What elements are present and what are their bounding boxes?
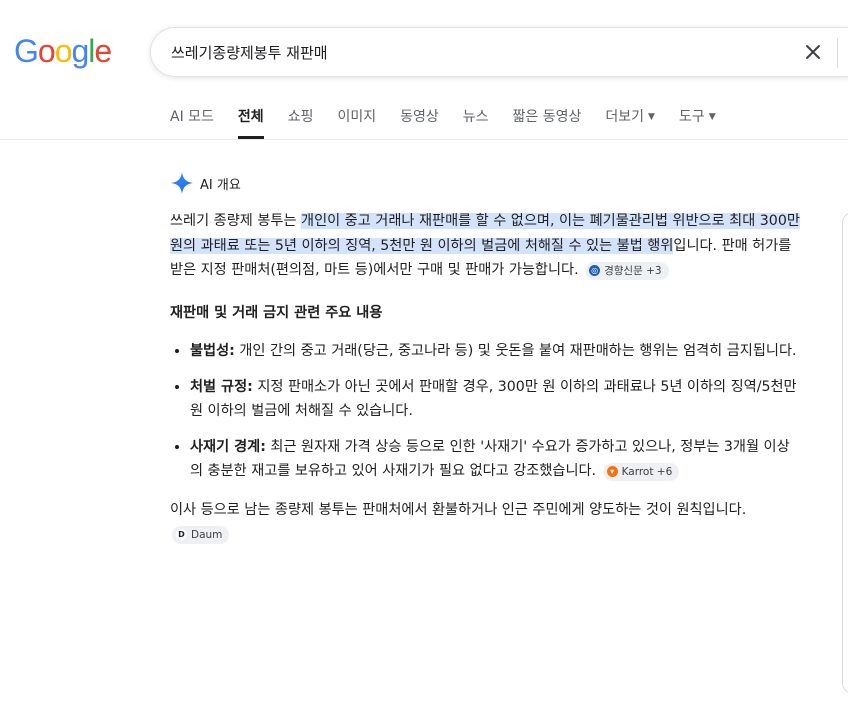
search-tabs: AI 모드 전체 쇼핑 이미지 동영상 뉴스 짧은 동영상 더보기 ▼ 도구 ▼ [170,108,740,139]
logo-letter: g [71,33,89,69]
ai-overview-title: AI 개요 [200,177,241,193]
list-item: 처벌 규정: 지정 판매소가 아닌 곳에서 판매할 경우, 300만 원 이하의… [190,375,800,424]
search-input[interactable]: 쓰레기종량제봉투 재판매 [171,42,328,63]
bullet-title: 처벌 규정: [190,378,253,395]
closing-paragraph: 이사 등으로 남는 종량제 봉투는 판매처에서 환불하거나 인근 주민에게 양도… [170,498,800,547]
tab-images[interactable]: 이미지 [337,108,376,139]
tab-news[interactable]: 뉴스 [463,108,489,139]
close-icon[interactable] [801,40,825,64]
bullet-title: 불법성: [190,343,235,359]
bullet-text: 개인 간의 중고 거래(당근, 중고나라 등) 및 웃돈을 붙여 재판매하는 행… [234,343,797,359]
daum-icon: D [176,529,187,540]
news-source-icon: ◎ [589,265,601,276]
source-chip[interactable]: D Daum [172,525,230,544]
tab-ai-mode[interactable]: AI 모드 [170,108,214,139]
tab-short-videos[interactable]: 짧은 동영상 [513,108,582,139]
google-logo[interactable]: Google [14,31,112,71]
search-divider [837,38,838,68]
caret-down-icon: ▼ [648,112,655,122]
closing-text: 이사 등으로 남는 종량제 봉투는 판매처에서 환불하거나 인근 주민에게 양도… [170,501,747,518]
bullet-list: 불법성: 개인 간의 중고 거래(당근, 중고나라 등) 및 웃돈을 붙여 재판… [170,339,800,484]
list-item: 불법성: 개인 간의 중고 거래(당근, 중고나라 등) 및 웃돈을 붙여 재판… [190,339,800,364]
logo-letter: G [14,33,39,69]
tab-tools[interactable]: 도구 ▼ [679,108,716,139]
caret-down-icon: ▼ [708,112,716,122]
tabs-divider [0,139,848,140]
source-label: Daum [191,528,223,541]
source-chip[interactable]: ◎ 경향신문 +3 [585,261,669,280]
bullet-text: 최근 원자재 가격 상승 등으로 인한 '사재기' 수요가 증가하고 있으나, … [190,438,790,480]
source-label: Karrot +6 [621,465,673,478]
sparkle-icon [171,172,193,194]
bullet-title: 사재기 경계: [190,438,266,455]
tab-more[interactable]: 더보기 ▼ [605,108,655,139]
tab-all[interactable]: 전체 [237,108,264,139]
bullet-text: 지정 판매소가 아닌 곳에서 판매할 경우, 300만 원 이하의 과태료나 5… [190,378,797,420]
logo-letter: o [37,33,56,69]
tab-shopping[interactable]: 쇼핑 [288,108,314,139]
section-title: 재판매 및 거래 금지 관련 주요 내용 [170,304,383,321]
source-chip[interactable]: ▾ Karrot +6 [602,462,680,481]
list-item: 사재기 경계: 최근 원자재 가격 상승 등으로 인한 '사재기' 수요가 증가… [190,435,800,484]
side-panel-edge [842,212,848,694]
ai-overview-content: 쓰레기 종량제 봉투는 개인이 중고 거래나 재판매를 할 수 없으며, 이는 … [170,209,800,547]
search-box[interactable]: 쓰레기종량제봉투 재판매 [150,27,848,77]
logo-letter: o [54,33,73,69]
tab-videos[interactable]: 동영상 [400,108,439,139]
intro-text: 쓰레기 종량제 봉투는 [170,213,302,229]
source-label: 경향신문 +3 [604,264,662,277]
carrot-icon: ▾ [606,466,618,477]
logo-letter: e [94,33,112,69]
intro-paragraph: 쓰레기 종량제 봉투는 개인이 중고 거래나 재판매를 할 수 없으며, 이는 … [170,209,800,283]
ai-overview-header: AI 개요 [170,171,241,195]
